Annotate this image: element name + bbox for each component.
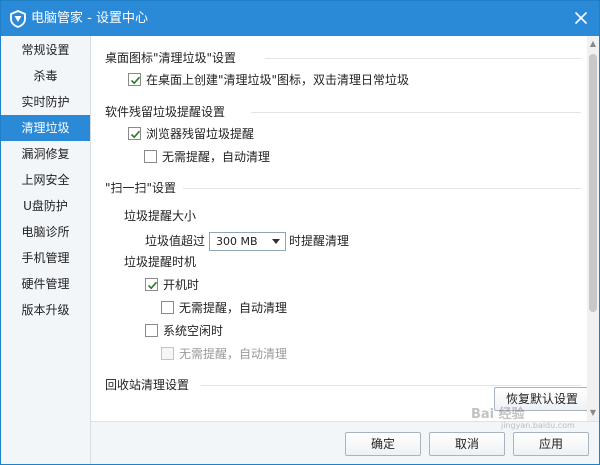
on-boot-option[interactable]: 开机时	[145, 277, 305, 293]
close-icon[interactable]	[571, 8, 591, 28]
window-title: 电脑管家 - 设置中心	[31, 11, 148, 26]
sidebar-item-usb-protection[interactable]: U盘防护	[1, 193, 90, 219]
restore-defaults-button[interactable]: 恢复默认设置	[494, 387, 587, 411]
scrollbar-thumb[interactable]	[589, 54, 597, 312]
cancel-button[interactable]: 取消	[429, 432, 505, 456]
sidebar-item-general[interactable]: 常规设置	[1, 37, 90, 63]
dialog-footer: 确定 取消 应用	[91, 421, 599, 464]
sidebar-item-vulnerability-fix[interactable]: 漏洞修复	[1, 141, 90, 167]
sidebar: 常规设置 杀毒 实时防护 清理垃圾 漏洞修复 上网安全 U盘防护 电脑诊所 手机…	[1, 36, 91, 464]
chevron-down-icon	[272, 239, 280, 244]
section-title-desktop-icon: 桌面图标"清理垃圾"设置	[105, 51, 237, 65]
sidebar-item-realtime-protection[interactable]: 实时防护	[1, 89, 90, 115]
scroll-up-icon[interactable]: ▲	[587, 38, 599, 50]
sidebar-item-pc-clinic[interactable]: 电脑诊所	[1, 219, 90, 245]
section-divider	[265, 58, 581, 59]
on-idle-auto-clean-checkbox	[161, 347, 174, 360]
section-title-residual-reminder: 软件残留垃圾提醒设置	[105, 105, 226, 119]
section-title-scan: "扫一扫"设置	[105, 181, 177, 195]
shield-logo-icon	[10, 10, 26, 28]
junk-timing-heading: 垃圾提醒时机	[124, 255, 197, 269]
on-idle-option[interactable]: 系统空闲时	[145, 323, 305, 339]
on-idle-auto-clean-option: 无需提醒，自动清理	[161, 346, 361, 362]
on-boot-auto-clean-label: 无需提醒，自动清理	[179, 301, 288, 315]
on-idle-checkbox[interactable]	[145, 324, 158, 337]
content-scrollbar[interactable]: ▲ ▼	[587, 36, 599, 421]
sidebar-item-phone-management[interactable]: 手机管理	[1, 245, 90, 271]
junk-size-select[interactable]: 300 MB	[209, 232, 286, 251]
section-divider	[183, 188, 581, 189]
create-desktop-icon-option[interactable]: 在桌面上创建"清理垃圾"图标，双击清理日常垃圾	[128, 72, 508, 88]
junk-size-heading: 垃圾提醒大小	[124, 209, 197, 223]
on-boot-auto-clean-option[interactable]: 无需提醒，自动清理	[161, 300, 361, 316]
title-bar[interactable]: 电脑管家 - 设置中心	[1, 1, 599, 36]
on-boot-label: 开机时	[163, 278, 200, 292]
residual-auto-clean-label: 无需提醒，自动清理	[162, 150, 271, 164]
residual-auto-clean-checkbox[interactable]	[144, 150, 157, 163]
section-divider	[251, 112, 581, 113]
on-idle-auto-clean-label: 无需提醒，自动清理	[179, 347, 288, 361]
junk-size-suffix: 时提醒清理	[289, 234, 350, 248]
section-divider	[201, 385, 581, 386]
on-boot-auto-clean-checkbox[interactable]	[161, 301, 174, 314]
browser-residual-label: 浏览器残留垃圾提醒	[146, 127, 255, 141]
ok-button[interactable]: 确定	[345, 432, 421, 456]
apply-button[interactable]: 应用	[513, 432, 589, 456]
settings-window: 电脑管家 - 设置中心 常规设置 杀毒 实时防护 清理垃圾 漏洞修复 上网安全 …	[0, 0, 600, 465]
section-title-recycle-bin: 回收站清理设置	[105, 378, 190, 392]
junk-size-select-value: 300 MB	[216, 235, 258, 248]
on-idle-label: 系统空闲时	[163, 324, 224, 338]
browser-residual-option[interactable]: 浏览器残留垃圾提醒	[128, 126, 328, 142]
on-boot-checkbox[interactable]	[145, 278, 158, 291]
sidebar-item-hardware-management[interactable]: 硬件管理	[1, 271, 90, 297]
sidebar-item-web-security[interactable]: 上网安全	[1, 167, 90, 193]
scroll-down-icon[interactable]: ▼	[587, 407, 599, 419]
create-desktop-icon-label: 在桌面上创建"清理垃圾"图标，双击清理日常垃圾	[146, 73, 410, 87]
sidebar-item-junk-cleanup[interactable]: 清理垃圾	[1, 115, 90, 141]
junk-size-prefix: 垃圾值超过	[145, 234, 206, 248]
sidebar-item-antivirus[interactable]: 杀毒	[1, 63, 90, 89]
create-desktop-icon-checkbox[interactable]	[128, 73, 141, 86]
browser-residual-checkbox[interactable]	[128, 127, 141, 140]
residual-auto-clean-option[interactable]: 无需提醒，自动清理	[144, 149, 344, 165]
settings-content: 桌面图标"清理垃圾"设置 在桌面上创建"清理垃圾"图标，双击清理日常垃圾 软件残…	[91, 36, 587, 421]
sidebar-item-version-upgrade[interactable]: 版本升级	[1, 297, 90, 323]
